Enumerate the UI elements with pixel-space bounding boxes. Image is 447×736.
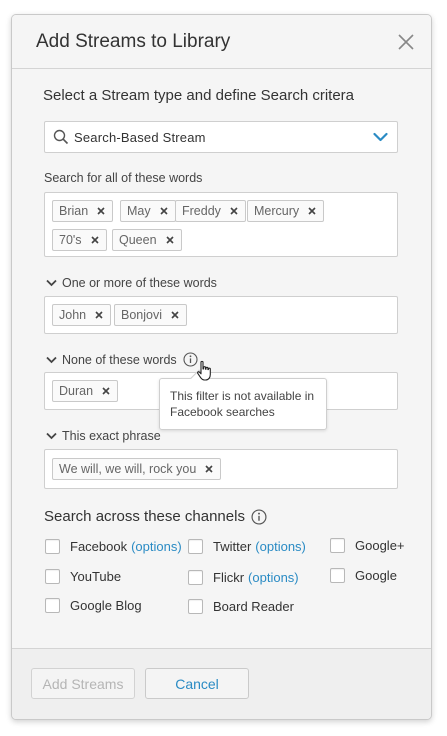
any-words-toggle[interactable]: One or more of these words <box>45 276 217 290</box>
tag-chip: Mercury <box>247 200 325 222</box>
tag-text: We will, we will, rock you <box>59 462 197 476</box>
tag-text: Freddy <box>182 204 221 218</box>
channel-label: Google+ <box>355 538 405 553</box>
remove-tag-icon <box>205 465 213 473</box>
remove-tag-icon <box>308 207 316 215</box>
checkbox[interactable] <box>188 599 203 614</box>
remove-tag-button[interactable] <box>305 201 319 221</box>
tooltip-text: This filter is not available in Facebook… <box>170 389 315 419</box>
hand-cursor-icon <box>197 360 211 381</box>
channel-board-reader-checkbox[interactable]: Board Reader <box>188 599 294 614</box>
remove-tag-icon <box>171 311 179 319</box>
checkbox[interactable] <box>330 568 345 583</box>
channel-youtube-checkbox[interactable]: YouTube <box>45 569 121 584</box>
all-words-field[interactable]: Brian May Freddy Mercury 70's Queen <box>44 192 398 257</box>
tag-text: Brian <box>59 204 89 218</box>
any-words-field[interactable]: John Bonjovi <box>44 296 398 334</box>
caret-down-icon <box>46 432 57 440</box>
add-streams-button[interactable]: Add Streams <box>31 668 135 699</box>
channel-label: Facebook <box>70 539 128 554</box>
remove-tag-button[interactable] <box>227 201 241 221</box>
intro-text: Select a Stream type and define Search c… <box>43 87 355 104</box>
channel-flickr-checkbox[interactable]: Flickr (options) <box>188 570 299 585</box>
tag-chip: Duran <box>52 380 119 402</box>
tag-chip: Brian <box>52 200 114 222</box>
remove-tag-button[interactable] <box>94 201 108 221</box>
channel-google-checkbox[interactable]: Google <box>330 568 397 583</box>
tag-chip: 70's <box>52 229 107 251</box>
remove-tag-button[interactable] <box>157 201 171 221</box>
checkbox[interactable] <box>188 570 203 585</box>
channel-googleplus-checkbox[interactable]: Google+ <box>330 538 405 553</box>
checkbox[interactable] <box>45 598 60 613</box>
tag-text: 70's <box>59 233 82 247</box>
remove-tag-icon <box>90 236 99 244</box>
channels-title: Search across these channels <box>44 508 245 525</box>
channel-label: Google <box>355 568 397 583</box>
tag-chip: We will, we will, rock you <box>52 458 222 480</box>
tag-text: Mercury <box>254 204 300 218</box>
info-icon[interactable] <box>251 508 267 525</box>
facebook-options-link[interactable]: (options) <box>131 539 182 554</box>
exact-phrase-field[interactable]: We will, we will, rock you <box>44 449 398 489</box>
tag-text: Duran <box>59 384 94 398</box>
tag-chip: May <box>120 200 176 222</box>
remove-tag-icon <box>97 207 105 215</box>
channel-label: Google Blog <box>70 598 142 613</box>
none-words-label: None of these words <box>62 352 177 367</box>
tag-chip: Queen <box>112 229 182 251</box>
checkbox[interactable] <box>188 539 203 554</box>
filter-tooltip: This filter is not available in Facebook… <box>159 369 327 430</box>
twitter-options-link[interactable]: (options) <box>255 539 306 554</box>
stream-type-select[interactable]: Search-Based Stream <box>44 121 398 153</box>
channel-facebook-checkbox[interactable]: Facebook (options) <box>45 539 182 554</box>
caret-down-icon <box>46 356 57 363</box>
exact-phrase-toggle[interactable]: This exact phrase <box>45 429 161 443</box>
remove-tag-icon <box>160 207 168 215</box>
cancel-button[interactable]: Cancel <box>145 668 249 699</box>
dialog-header: Add Streams to Library <box>12 15 431 69</box>
tag-text: Queen <box>119 233 157 247</box>
remove-tag-icon <box>165 236 174 244</box>
channel-label: YouTube <box>70 569 122 584</box>
none-words-toggle[interactable]: None of these words <box>45 352 198 367</box>
chevron-down-icon <box>373 132 388 142</box>
remove-tag-button[interactable] <box>163 230 177 250</box>
channel-label: Flickr <box>213 570 245 585</box>
remove-tag-button[interactable] <box>202 459 216 479</box>
close-icon <box>398 34 414 50</box>
remove-tag-icon <box>230 207 238 215</box>
tag-chip: Freddy <box>175 200 246 222</box>
exact-phrase-label: This exact phrase <box>62 429 161 443</box>
caret-down-icon <box>46 279 57 287</box>
remove-tag-icon <box>95 311 103 319</box>
remove-tag-button[interactable] <box>99 381 113 401</box>
tag-text: Bonjovi <box>121 308 162 322</box>
remove-tag-button[interactable] <box>168 305 182 325</box>
search-icon <box>53 129 69 145</box>
channel-label: Board Reader <box>213 599 294 614</box>
channel-google-blog-checkbox[interactable]: Google Blog <box>45 598 142 613</box>
tag-text: May <box>127 204 151 218</box>
stream-type-value: Search-Based Stream <box>74 130 206 145</box>
tag-chip: Bonjovi <box>114 304 187 326</box>
dialog-footer: Add Streams Cancel <box>12 648 431 719</box>
tag-text: John <box>59 308 87 322</box>
all-words-label: Search for all of these words <box>44 171 203 185</box>
remove-tag-icon <box>102 387 110 395</box>
add-streams-dialog: Add Streams to Library Select a Stream t… <box>11 14 432 720</box>
any-words-label: One or more of these words <box>62 276 217 290</box>
channel-twitter-checkbox[interactable]: Twitter (options) <box>188 539 306 554</box>
remove-tag-button[interactable] <box>92 305 106 325</box>
dialog-title: Add Streams to Library <box>36 31 231 52</box>
channels-title-row: Search across these channels <box>44 508 267 525</box>
checkbox[interactable] <box>330 538 345 553</box>
remove-tag-button[interactable] <box>88 230 102 250</box>
channel-label: Twitter <box>213 539 252 554</box>
checkbox[interactable] <box>45 569 60 584</box>
close-button[interactable] <box>397 33 415 51</box>
flickr-options-link[interactable]: (options) <box>248 570 299 585</box>
checkbox[interactable] <box>45 539 60 554</box>
tag-chip: John <box>52 304 112 326</box>
